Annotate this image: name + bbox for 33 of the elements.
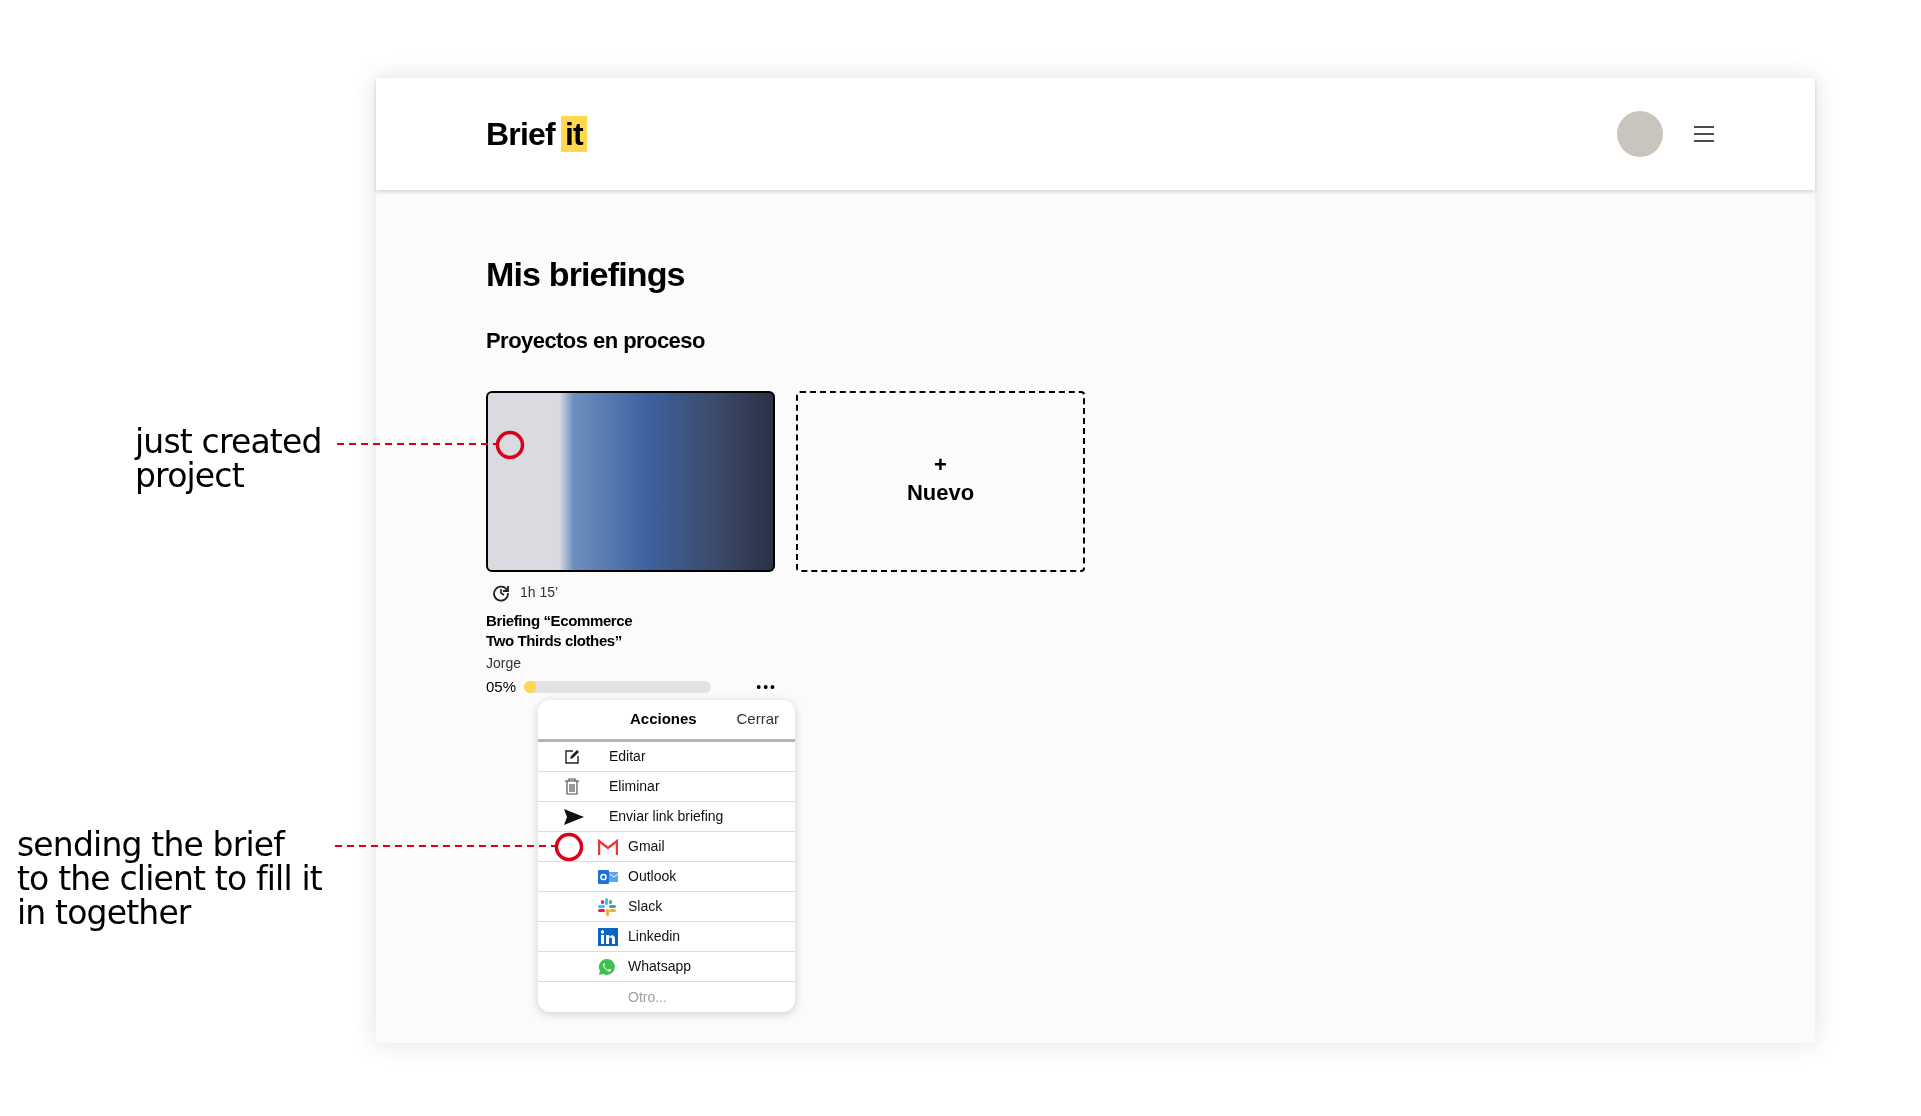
menu-item[interactable]: Whatsapp [628,956,692,977]
edit-icon [564,748,580,765]
chat-phone-icon [598,957,616,976]
highlight-circle [495,430,525,460]
duration-text: 1h 15’ [520,583,559,602]
menu-title: Acciones [630,709,697,730]
menu-item[interactable]: Gmail [628,836,665,857]
section-title: Proyectos en proceso [486,327,705,355]
send-icon [564,808,584,825]
menu-icon[interactable] [1693,126,1715,142]
more-options-button[interactable]: ••• [756,680,777,695]
mail-icon [598,838,618,855]
in-logo-icon [598,927,618,946]
menu-item[interactable]: Eliminar [609,776,660,797]
clock-icon [492,583,510,602]
highlight-circle [554,832,584,862]
annotation-text: sending the brief to the client to fill it in together [17,828,322,930]
menu-item[interactable]: Editar [609,746,646,767]
owner-name: Jorge [486,654,522,673]
hash-icon [598,897,616,916]
trash-icon [564,778,580,795]
progress-percent: 05% [486,677,517,697]
annotation-text: just created project [135,425,322,493]
logo[interactable]: Brief it [486,110,587,158]
close-link[interactable]: Cerrar [736,708,779,731]
menu-item[interactable]: Outlook [628,866,677,887]
outlook-icon [598,867,618,886]
menu-item[interactable]: Linkedin [628,926,681,947]
menu-item[interactable]: Slack [628,896,663,917]
menu-item[interactable]: Enviar link briefing [609,806,724,827]
new-project-card[interactable]: + Nuevo [796,391,1085,572]
page-title: Mis briefings [486,254,685,295]
project-title[interactable]: Briefing “Ecommerce Two Thirds clothes” [486,611,633,651]
